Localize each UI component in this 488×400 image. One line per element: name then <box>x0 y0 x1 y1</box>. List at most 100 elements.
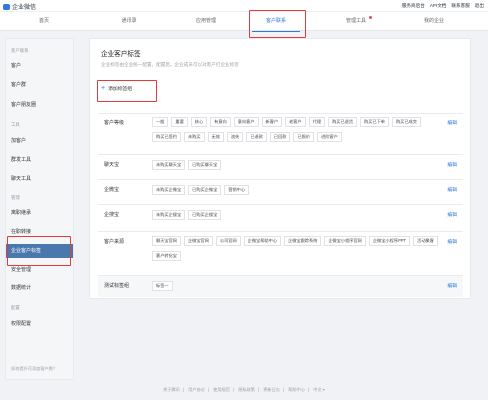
tab-contacts[interactable]: 通讯录 <box>88 12 170 31</box>
tag-group-row: 客户来源 编辑 聊天宝官网 企微宝官网 公司官网 企微宝帮助中心 企微宝跟踪系统… <box>98 231 463 271</box>
tag-chip[interactable]: 核心 <box>190 117 208 127</box>
tag-list: 未购买企微宝 已购买企微宝 营销中心 <box>152 185 442 195</box>
sidebar: 客户联系 客户 客户群 客户朋友圈 工具 加客户 群发工具 聊天工具 管理 离职… <box>5 38 74 380</box>
tag-chip[interactable]: 未购买聊天宝 <box>152 160 186 170</box>
tag-chip[interactable]: 已报价 <box>293 132 315 142</box>
tag-chip[interactable]: 企微宝帮助中心 <box>243 236 281 246</box>
tag-list: 标签一 <box>152 281 442 291</box>
edit-button[interactable]: 编辑 <box>447 119 457 126</box>
tag-chip[interactable]: 一般 <box>152 117 169 127</box>
footer-link[interactable]: 关于腾讯 <box>163 387 180 392</box>
top-bar: 企业微信 服务商后台 API文档 联系客服 退出 <box>0 0 488 11</box>
tag-chip[interactable]: 公司官网 <box>215 236 241 246</box>
footer-link[interactable]: 帮助中心 <box>288 387 305 392</box>
sidebar-group-tools: 工具 <box>11 122 20 127</box>
tag-group-name: 客户来源 <box>104 239 125 245</box>
edit-button[interactable]: 编辑 <box>447 238 457 245</box>
footer-link[interactable]: 隐私政策 <box>238 387 255 392</box>
tag-chip[interactable]: 购买已退货 <box>328 117 358 127</box>
edit-button[interactable]: 编辑 <box>447 186 457 193</box>
tag-chip[interactable]: 已退款 <box>246 132 267 142</box>
tag-chip[interactable]: 重要 <box>171 117 188 127</box>
add-tag-group-label: 添加标签组 <box>108 87 133 92</box>
tag-chip[interactable]: 企微宝跟踪系统 <box>284 236 322 246</box>
tab-app-management[interactable]: 应用管理 <box>170 12 242 31</box>
tag-chip[interactable]: 新客户 <box>261 117 283 127</box>
tag-chip[interactable]: 活动聚客 <box>413 236 438 246</box>
tag-chip[interactable]: 进阶客户 <box>317 132 342 142</box>
top-link-api-docs[interactable]: API文档 <box>430 3 447 9</box>
wecom-logo-icon <box>3 3 10 10</box>
top-links: 服务商后台 API文档 联系客服 退出 <box>402 3 484 9</box>
sidebar-item-permissions[interactable]: 权限配置 <box>6 317 73 331</box>
sidebar-item-customer-groups[interactable]: 客户群 <box>6 78 73 92</box>
tag-chip[interactable]: 有意向 <box>210 117 231 127</box>
sidebar-item-add-customer[interactable]: 加客户 <box>6 134 73 148</box>
tab-my-enterprise[interactable]: 我的企业 <box>402 12 466 31</box>
sidebar-item-moments[interactable]: 客户朋友圈 <box>6 98 73 112</box>
tag-chip[interactable]: 客户转化宝 <box>152 251 181 261</box>
tag-chip[interactable]: 未购买企微宝 <box>152 185 186 195</box>
sidebar-item-customers[interactable]: 客户 <box>6 59 73 73</box>
tag-group-row: 测试标签组 编辑 标签一 <box>98 275 463 297</box>
tag-group-name: 客户等级 <box>104 120 125 126</box>
language-select[interactable]: 中文 ▾ <box>313 387 325 392</box>
tag-chip[interactable]: 企微宝小程序PPT <box>368 236 411 246</box>
tag-chip[interactable]: 聊天宝官网 <box>152 236 181 246</box>
top-link-logout[interactable]: 退出 <box>475 3 484 9</box>
sidebar-item-security[interactable]: 安全管理 <box>6 263 73 277</box>
tag-chip[interactable]: 流失 <box>226 132 244 142</box>
sidebar-item-transfer[interactable]: 在职转接 <box>6 225 73 239</box>
page-description: 企业标签由企业统一配置，配置后，企业成员可以对客户打企业标签 <box>101 62 239 67</box>
edit-button[interactable]: 编辑 <box>447 161 457 168</box>
tag-list: 未购买企搜宝 已购买企搜宝 <box>152 210 442 220</box>
tag-chip[interactable]: 企微宝小程序官网 <box>324 236 366 246</box>
tag-chip[interactable]: 无效 <box>207 132 224 142</box>
sidebar-item-customer-tags[interactable]: 企业客户标签 <box>6 244 73 258</box>
tag-chip[interactable]: 营销中心 <box>224 185 250 195</box>
tag-group-name: 企搜宝 <box>104 212 120 218</box>
tag-chip[interactable]: 已购买企搜宝 <box>188 210 222 220</box>
sidebar-item-broadcast[interactable]: 群发工具 <box>6 153 73 167</box>
tag-list: 聊天宝官网 企微宝官网 公司官网 企微宝帮助中心 企微宝跟踪系统 企微宝小程序官… <box>152 236 442 261</box>
footer-link[interactable]: 使用规范 <box>213 387 230 392</box>
tag-chip[interactable]: 购买已下单 <box>360 117 389 127</box>
tag-chip[interactable]: 企微宝官网 <box>183 236 213 246</box>
sidebar-item-resignation-inherit[interactable]: 离职继承 <box>6 206 73 220</box>
sidebar-group-config: 配置 <box>11 305 20 310</box>
tag-chip[interactable]: 未购买 <box>183 132 205 142</box>
tag-group-row: 企微宝 编辑 未购买企微宝 已购买企微宝 营销中心 <box>98 179 463 203</box>
tag-group-row: 聊天宝 编辑 未购买聊天宝 已购买聊天宝 <box>98 154 463 178</box>
add-tag-group-button[interactable]: + 添加标签组 <box>101 85 132 92</box>
sidebar-footer-link[interactable]: 如何提升可添加客户数？ <box>11 366 57 372</box>
tag-group-row: 企搜宝 编辑 未购买企搜宝 已购买企搜宝 <box>98 204 463 229</box>
tag-chip[interactable]: 未购买企搜宝 <box>152 210 186 220</box>
tag-chip[interactable]: 已购买企微宝 <box>188 185 222 195</box>
page-title: 企业客户标签 <box>101 51 141 58</box>
tab-management-tools[interactable]: 管理工具 <box>310 12 402 31</box>
footer-link[interactable]: 更新日志 <box>263 387 280 392</box>
sidebar-item-chat-tools[interactable]: 聊天工具 <box>6 172 73 186</box>
tag-group-name: 企微宝 <box>104 187 120 193</box>
top-link-provider[interactable]: 服务商后台 <box>402 3 425 9</box>
tag-group-row: 客户等级 编辑 一般 重要 核心 有意向 意向客户 新客户 老客户 代理 购买已… <box>98 113 463 153</box>
tag-chip[interactable]: 已回款 <box>269 132 291 142</box>
page-footer: 关于腾讯 | 用户协议 | 使用规范 | 隐私政策 | 更新日志 | 帮助中心 | 中文 ▾ <box>163 387 325 392</box>
footer-link[interactable]: 用户协议 <box>188 387 205 392</box>
main-nav: 首页 通讯录 应用管理 客户联系 管理工具 我的企业 <box>0 11 488 32</box>
tag-chip[interactable]: 购买已签约 <box>152 132 181 142</box>
edit-button[interactable]: 编辑 <box>447 282 457 289</box>
sidebar-item-statistics[interactable]: 数据统计 <box>6 281 73 295</box>
tag-chip[interactable]: 意向客户 <box>233 117 259 127</box>
edit-button[interactable]: 编辑 <box>447 211 457 218</box>
tag-chip[interactable]: 老客户 <box>285 117 306 127</box>
top-link-support[interactable]: 联系客服 <box>451 3 469 9</box>
tag-chip[interactable]: 代理 <box>308 117 326 127</box>
app-logo[interactable]: 企业微信 <box>3 2 36 11</box>
tag-list: 一般 重要 核心 有意向 意向客户 新客户 老客户 代理 购买已退货 购买已下单… <box>152 117 442 142</box>
tag-chip[interactable]: 标签一 <box>152 281 173 291</box>
tag-chip[interactable]: 已购买聊天宝 <box>188 160 222 170</box>
tag-chip[interactable]: 购买已成交 <box>391 117 421 127</box>
tab-customer-contact[interactable]: 客户联系 <box>242 12 310 32</box>
tab-home[interactable]: 首页 <box>0 12 88 31</box>
